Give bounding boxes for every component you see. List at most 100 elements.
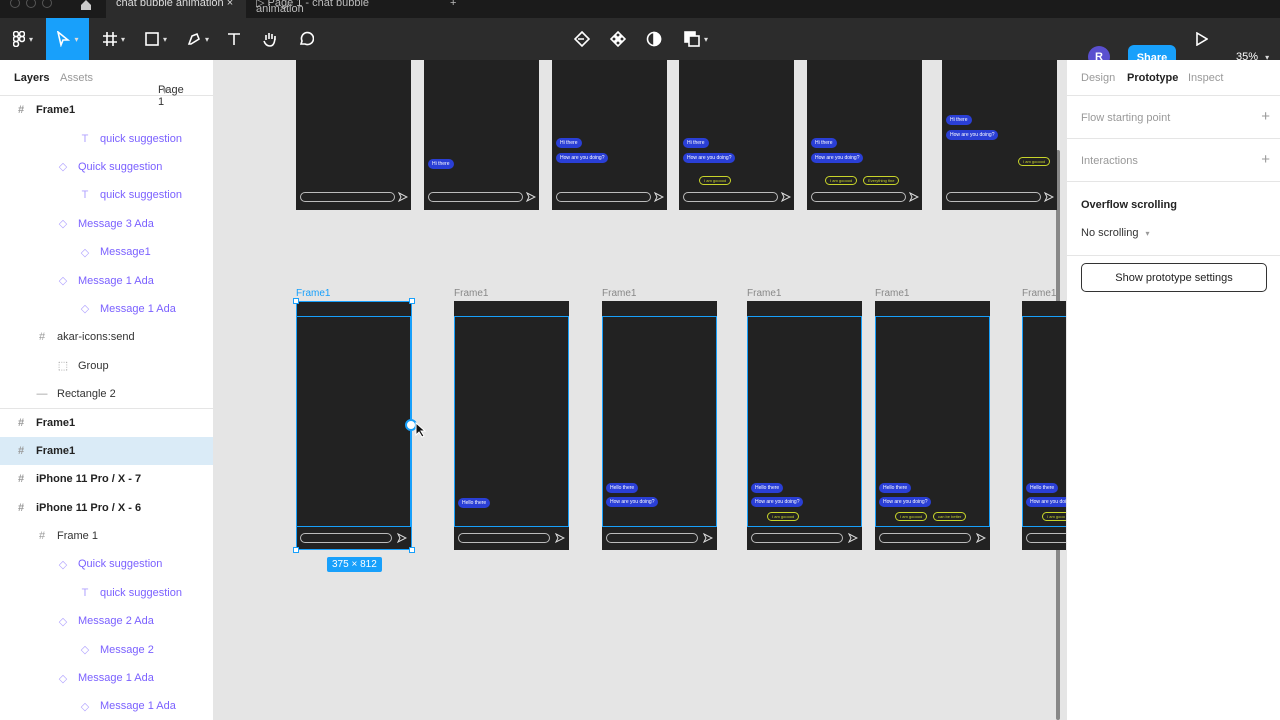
home-icon[interactable] <box>70 0 106 18</box>
move-tool-button[interactable]: ▾ <box>46 18 89 60</box>
layer-row[interactable]: ◇ Message1 <box>0 238 213 266</box>
frame-icon: # <box>17 501 25 514</box>
canvas[interactable]: Hi there Hi there How are you doing? Hi the… <box>214 60 1066 720</box>
main-menu-button[interactable]: ▾ <box>6 18 40 60</box>
phone-frame[interactable]: Hi there How are you doing? <box>552 60 667 210</box>
pen-tool-button[interactable]: ▾ <box>180 18 216 60</box>
component-icon: ◇ <box>58 672 68 685</box>
layer-label: Quick suggestion <box>78 558 163 571</box>
components-icon <box>610 31 626 47</box>
phone-frame[interactable]: Hello there How are you doing? I am gooood… <box>875 301 990 550</box>
window-controls[interactable] <box>10 0 58 13</box>
add-interaction-icon[interactable]: + <box>1261 151 1270 168</box>
mask-button[interactable] <box>636 18 672 60</box>
layer-row[interactable]: # iPhone 11 Pro / X - 7 <box>0 465 213 493</box>
close-icon[interactable]: × <box>227 0 233 9</box>
phone-frame[interactable]: Hi there <box>424 60 539 210</box>
layer-row[interactable]: Tquick suggestion <box>0 579 213 607</box>
add-flow-icon[interactable]: + <box>1261 108 1270 125</box>
layer-label: quick suggestion <box>100 586 182 599</box>
component-reset-button[interactable] <box>564 18 600 60</box>
layer-row[interactable]: # Frame1 <box>0 436 213 466</box>
layer-row[interactable]: Tquick suggestion <box>0 181 213 209</box>
phone-frame[interactable]: Hello there How are you doing? I am gooood <box>747 301 862 550</box>
frame-label[interactable]: Frame1 <box>296 288 330 299</box>
frame-label[interactable]: Frame1 <box>602 288 636 299</box>
text-icon: T <box>81 189 89 202</box>
phone-frame[interactable]: Hello there How are you doing? <box>602 301 717 550</box>
component-icon: ◇ <box>80 700 90 713</box>
phone-frame[interactable]: Hi there How are you doing? I am gooood <box>942 60 1057 210</box>
layer-row[interactable]: ◇ Message 1 Ada <box>0 295 213 323</box>
chat-bubble: How are you doing? <box>683 153 736 163</box>
chat-bubble: How are you doing? <box>1026 497 1066 507</box>
show-prototype-settings-button[interactable]: Show prototype settings <box>1081 263 1267 292</box>
layer-list: # Frame1 Tquick suggestion ◇ Quick suggestio… <box>0 96 213 720</box>
phone-frame[interactable]: Hello there <box>454 301 569 550</box>
boolean-button[interactable]: ▾ <box>676 18 716 60</box>
quick-suggestion: can be better <box>933 512 967 521</box>
layer-label: Frame1 <box>36 104 76 117</box>
tab-file-label: chat bubble animation <box>116 0 224 9</box>
layer-row[interactable]: ⬚ Group <box>0 352 213 380</box>
resize-handle[interactable] <box>293 298 299 304</box>
tab-layers[interactable]: Layers <box>14 72 49 84</box>
tab-file[interactable]: chat bubble animation × <box>106 0 246 18</box>
reset-icon <box>574 31 590 47</box>
frame-icon: # <box>17 444 25 457</box>
tab-assets[interactable]: Assets <box>60 72 93 84</box>
mouse-cursor-icon <box>415 422 427 438</box>
chat-bubble: How are you doing? <box>879 497 932 507</box>
chat-bubble: How are you doing? <box>751 497 804 507</box>
present-button[interactable] <box>1184 18 1220 60</box>
message-input <box>606 533 698 543</box>
layers-panel-header: Layers Assets Page 1 ▾ <box>0 60 213 108</box>
layer-row[interactable]: # iPhone 11 Pro / X - 6 <box>0 493 213 521</box>
layer-row[interactable]: ◇ Quick suggestion <box>0 153 213 181</box>
layer-row[interactable]: ◇ Message 2 Ada <box>0 607 213 635</box>
phone-frame[interactable]: Hi there How are you doing? I am gooood Eve… <box>807 60 922 210</box>
chat-bubble: Hello there <box>1026 483 1059 493</box>
layer-row[interactable]: # akar-icons:send <box>0 323 213 351</box>
tab-inspect[interactable]: Inspect <box>1188 72 1223 84</box>
frame-icon: # <box>38 530 46 543</box>
phone-frame[interactable]: Hello there How are you doing? I am gooo <box>1022 301 1066 550</box>
new-tab-icon[interactable]: + <box>440 0 460 18</box>
figma-icon <box>12 31 25 47</box>
layer-row[interactable]: Tquick suggestion <box>0 124 213 152</box>
layer-row[interactable]: # Frame1 <box>0 408 213 436</box>
tab-design[interactable]: Design <box>1081 72 1115 84</box>
frame-tool-button[interactable]: ▾ <box>96 18 132 60</box>
tab-prototype[interactable]: Prototype <box>1127 72 1178 84</box>
tab-prototype-view[interactable]: ▷ Page 1 - chat bubble animation <box>246 0 426 18</box>
layer-row[interactable]: ◇ Message 3 Ada <box>0 210 213 238</box>
frame-label[interactable]: Frame1 <box>747 288 781 299</box>
text-tool-button[interactable] <box>216 18 252 60</box>
chevron-down-icon: ▾ <box>28 34 33 44</box>
hand-icon <box>263 33 276 47</box>
frame-label[interactable]: Frame1 <box>1022 288 1056 299</box>
layer-row[interactable]: ◇ Message 1 Ada <box>0 692 213 720</box>
quick-suggestion: Everything fine <box>863 176 900 185</box>
resize-handle[interactable] <box>409 298 415 304</box>
frame-label[interactable]: Frame1 <box>875 288 909 299</box>
send-icon <box>703 533 713 543</box>
shape-tool-button[interactable]: ▾ <box>138 18 174 60</box>
layer-row[interactable]: ◇ Message 1 Ada <box>0 664 213 692</box>
layer-row[interactable]: ◇ Message 2 <box>0 635 213 663</box>
comment-tool-button[interactable] <box>288 18 324 60</box>
layer-row[interactable]: ◇ Quick suggestion <box>0 550 213 578</box>
layer-row[interactable]: ◇ Message 1 Ada <box>0 266 213 294</box>
layer-row[interactable]: # Frame 1 <box>0 522 213 550</box>
hand-tool-button[interactable] <box>252 18 288 60</box>
resize-handle[interactable] <box>293 547 299 553</box>
overflow-select[interactable]: No scrolling ▾ <box>1081 227 1150 239</box>
resize-handle[interactable] <box>409 547 415 553</box>
layer-row[interactable]: # Frame1 <box>0 96 213 124</box>
frame-label[interactable]: Frame1 <box>454 288 488 299</box>
layer-row[interactable]: — Rectangle 2 <box>0 380 213 408</box>
phone-frame[interactable]: Hi there How are you doing? I am gooood <box>679 60 794 210</box>
component-button[interactable] <box>600 18 636 60</box>
frame-icon: # <box>17 104 25 117</box>
phone-frame[interactable] <box>296 60 411 210</box>
